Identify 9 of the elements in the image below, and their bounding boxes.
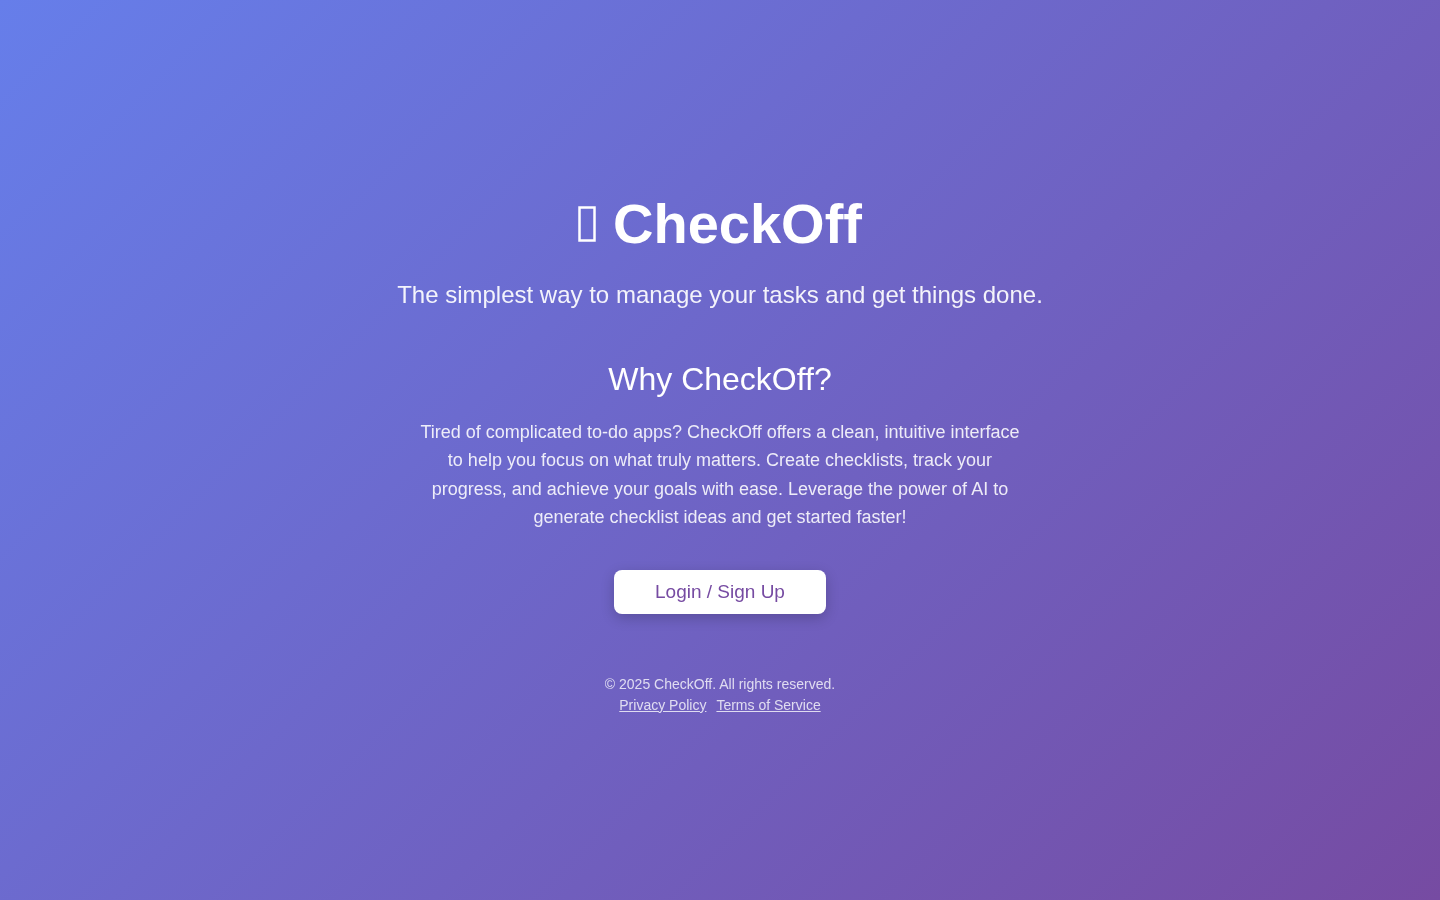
tagline: The simplest way to manage your tasks and get things done. [397, 279, 1043, 310]
footer-link[interactable]: Terms of Service [716, 694, 821, 715]
empty-box-icon [578, 203, 596, 244]
section-heading: Why CheckOff? [608, 359, 832, 398]
app-title: CheckOff [613, 191, 862, 256]
login-signup-button[interactable]: Login / Sign Up [614, 569, 826, 614]
footer-link[interactable]: Privacy Policy [619, 694, 707, 715]
copyright-text: © 2025 CheckOff. All rights reserved. [604, 674, 836, 694]
description-paragraph: Tired of complicated to-do apps? CheckOff offers a clean, intuitive interface to help you focus on what truly matters. Create checklists, track your progress, and achieve your goals with ease. Leverage the power of AI to generate checklist ideas and get started faster! [420, 420, 1020, 529]
